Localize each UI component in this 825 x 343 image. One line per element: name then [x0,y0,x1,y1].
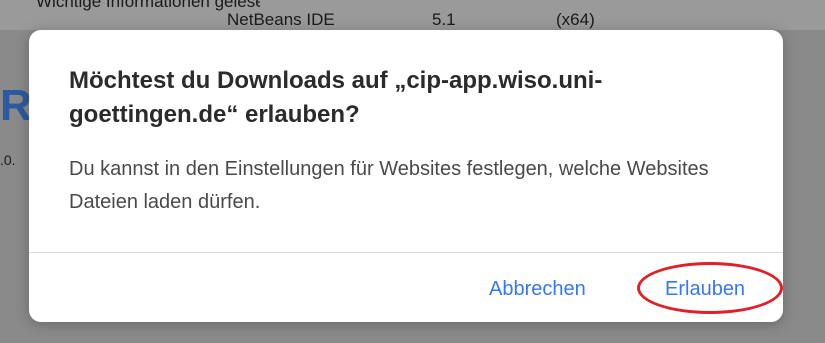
background-app-version: 5.1 [432,10,456,29]
download-permission-dialog: Möchtest du Downloads auf „cip-app.wiso.… [29,30,783,322]
background-clipped-text: Wichtige Informationen gelesen [0,0,260,12]
cancel-button[interactable]: Abbrechen [489,276,586,302]
background-app-arch: (x64) [556,10,595,29]
dialog-message: Du kannst in den Einstellungen für Websi… [69,158,709,213]
dialog-divider [29,252,783,253]
allow-button[interactable]: Erlauben [665,276,745,302]
background-logo: R [0,82,30,130]
dialog-title: Möchtest du Downloads auf „cip-app.wiso.… [69,67,603,128]
background-version-fragment: .0. [0,152,16,168]
background-app-name: NetBeans IDE [227,10,335,29]
